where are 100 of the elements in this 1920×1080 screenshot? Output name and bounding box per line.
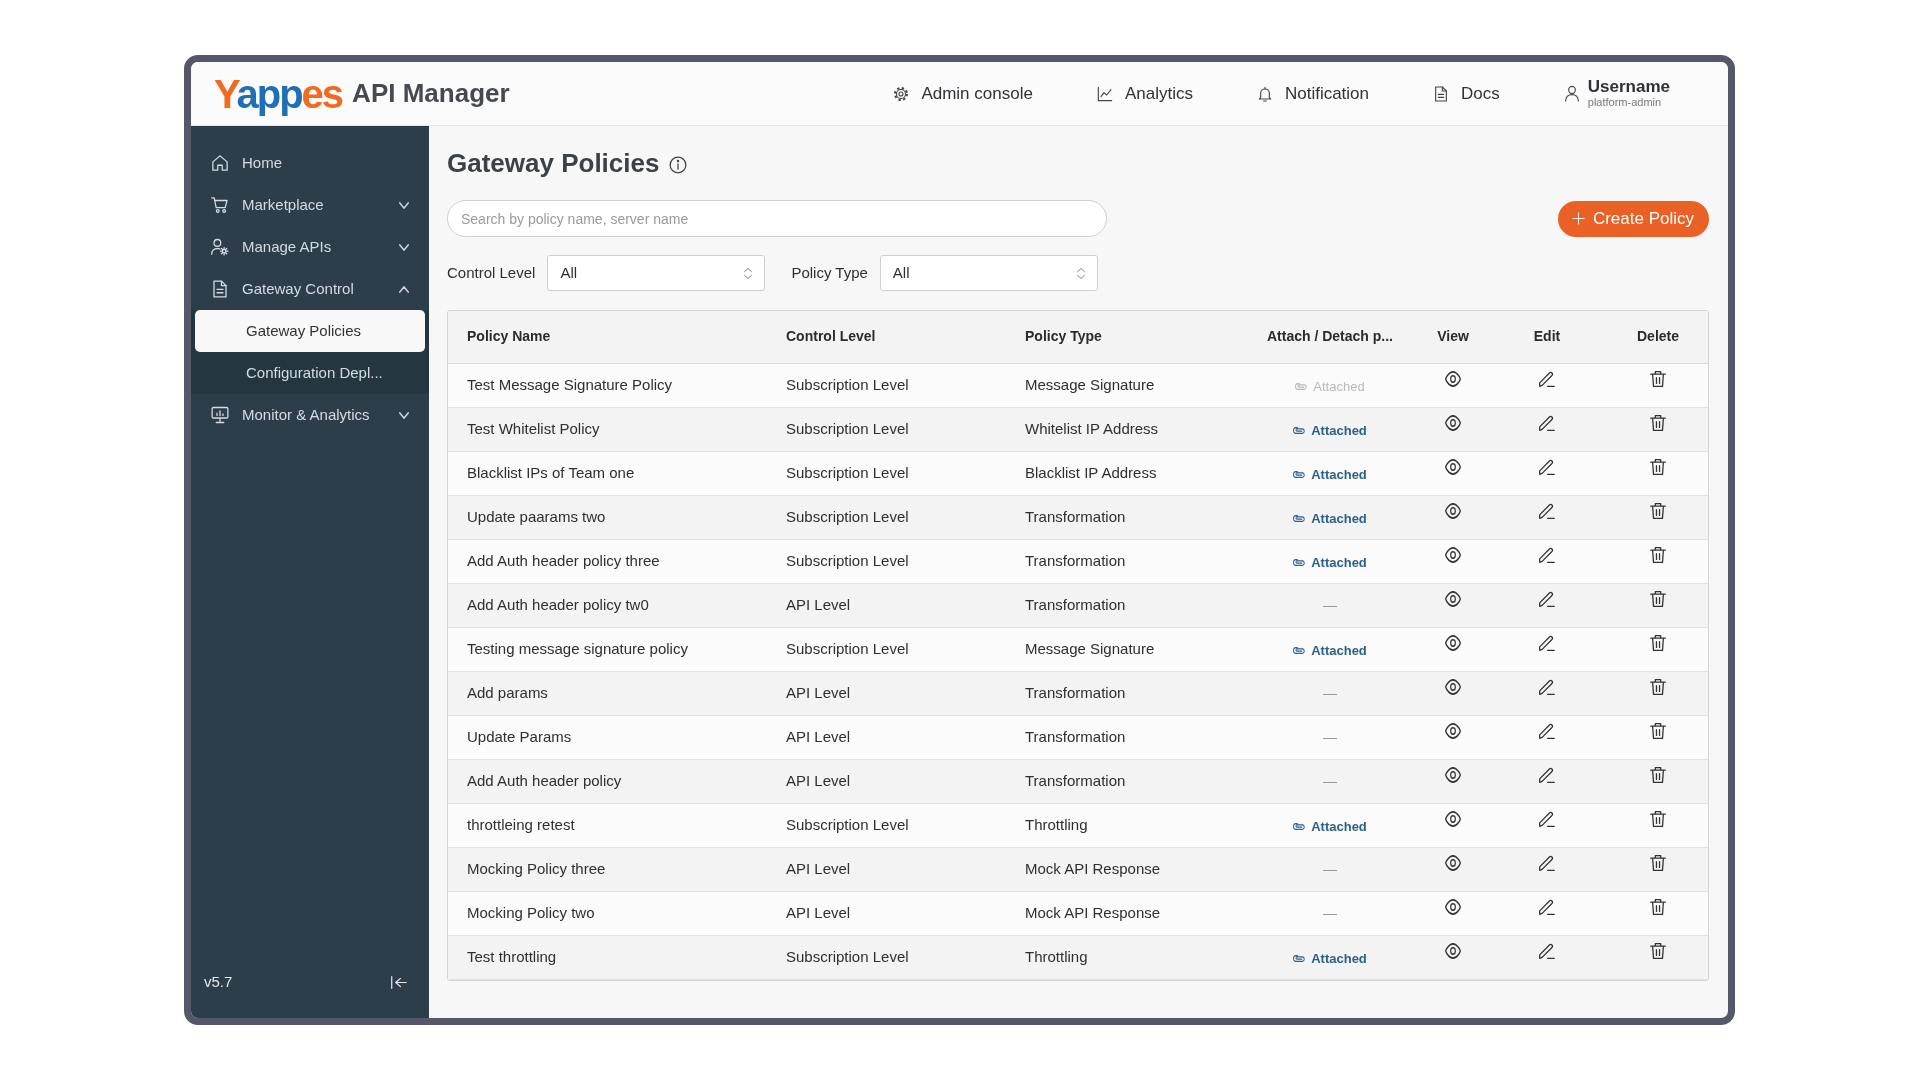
table-cell: Subscription Level bbox=[767, 803, 1006, 847]
eye-icon[interactable] bbox=[1445, 678, 1461, 695]
table-cell: Test Message Signature Policy bbox=[448, 363, 767, 407]
table-cell: throttleing retest bbox=[448, 803, 767, 847]
arrow-left-to-bar-icon[interactable] bbox=[391, 975, 407, 989]
eye-icon[interactable] bbox=[1445, 546, 1461, 563]
eye-icon[interactable] bbox=[1445, 722, 1461, 739]
trash-icon[interactable] bbox=[1650, 590, 1666, 607]
attach-link[interactable]: Attached bbox=[1293, 640, 1367, 660]
pencil-icon[interactable] bbox=[1539, 370, 1555, 387]
trash-icon[interactable] bbox=[1650, 854, 1666, 871]
nav-link[interactable]: Notification bbox=[1256, 80, 1370, 107]
table-cell: Mock API Response bbox=[1006, 891, 1240, 935]
trash-icon[interactable] bbox=[1650, 458, 1666, 475]
info-icon[interactable] bbox=[669, 156, 688, 174]
person-gear-icon bbox=[211, 238, 229, 256]
select-field[interactable]: All bbox=[879, 255, 1098, 291]
eye-icon[interactable] bbox=[1445, 370, 1461, 387]
paperclip-icon bbox=[1293, 954, 1306, 962]
pencil-icon[interactable] bbox=[1539, 942, 1555, 959]
trash-icon[interactable] bbox=[1650, 766, 1666, 783]
search-field[interactable]: Search by policy name, server name bbox=[447, 200, 1107, 237]
table-cell: Blacklist IP Address bbox=[1006, 451, 1240, 495]
pencil-icon[interactable] bbox=[1539, 414, 1555, 431]
pencil-icon[interactable] bbox=[1539, 634, 1555, 651]
trash-icon[interactable] bbox=[1650, 414, 1666, 431]
attach-link[interactable]: Attached bbox=[1293, 948, 1367, 968]
attach-link[interactable]: Attached bbox=[1293, 464, 1367, 484]
nav-link[interactable]: Analytics bbox=[1096, 80, 1193, 107]
sidebar-item[interactable]: Monitor & Analytics bbox=[191, 394, 429, 436]
user-role: platform-admin bbox=[1587, 96, 1663, 110]
attach-link[interactable]: Attached bbox=[1293, 552, 1367, 572]
trash-icon[interactable] bbox=[1650, 722, 1666, 739]
updown-chevron-icon bbox=[744, 267, 753, 279]
eye-icon[interactable] bbox=[1445, 458, 1461, 475]
trash-icon[interactable] bbox=[1650, 678, 1666, 695]
trash-icon[interactable] bbox=[1650, 370, 1666, 387]
pencil-icon[interactable] bbox=[1539, 546, 1555, 563]
table-cell: Transformation bbox=[1006, 671, 1240, 715]
eye-icon[interactable] bbox=[1445, 898, 1461, 915]
pencil-icon[interactable] bbox=[1539, 766, 1555, 783]
sidebar-item[interactable]: Gateway Control bbox=[191, 268, 429, 310]
trash-icon[interactable] bbox=[1650, 502, 1666, 519]
username[interactable]: Username bbox=[1587, 77, 1670, 97]
table-cell: Mocking Policy two bbox=[448, 891, 767, 935]
eye-icon[interactable] bbox=[1445, 766, 1461, 783]
column-header: Delete bbox=[1608, 311, 1708, 363]
attach-link[interactable]: Attached bbox=[1293, 420, 1367, 440]
trash-icon[interactable] bbox=[1650, 546, 1666, 563]
table-cell: Transformation bbox=[1006, 583, 1240, 627]
table-cell: Test throttling bbox=[448, 935, 767, 979]
user-icon[interactable] bbox=[1563, 85, 1580, 102]
eye-icon[interactable] bbox=[1445, 942, 1461, 959]
trash-icon[interactable] bbox=[1650, 634, 1666, 651]
attach-link[interactable]: Attached bbox=[1293, 816, 1367, 836]
nav-link[interactable]: Admin console bbox=[893, 80, 1033, 107]
trash-icon[interactable] bbox=[1650, 898, 1666, 915]
table-cell: API Level bbox=[767, 583, 1006, 627]
pencil-icon[interactable] bbox=[1539, 502, 1555, 519]
table-cell: Transformation bbox=[1006, 495, 1240, 539]
eye-icon[interactable] bbox=[1445, 854, 1461, 871]
pencil-icon[interactable] bbox=[1539, 854, 1555, 871]
eye-icon[interactable] bbox=[1445, 810, 1461, 827]
sidebar-subitem[interactable]: Gateway Policies bbox=[195, 310, 425, 352]
pencil-icon[interactable] bbox=[1539, 590, 1555, 607]
trash-icon[interactable] bbox=[1650, 810, 1666, 827]
line-chart-icon bbox=[1096, 85, 1113, 102]
table-cell: Throttling bbox=[1006, 935, 1240, 979]
sidebar-item[interactable]: Manage APIs bbox=[191, 226, 429, 268]
select-field[interactable]: All bbox=[547, 255, 766, 291]
table-cell: Message Signature bbox=[1006, 627, 1240, 671]
trash-icon[interactable] bbox=[1650, 942, 1666, 959]
nav-link[interactable]: Docs bbox=[1433, 80, 1500, 107]
table-cell: Mocking Policy three bbox=[448, 847, 767, 891]
pencil-icon[interactable] bbox=[1539, 722, 1555, 739]
attach-link[interactable]: Attached bbox=[1293, 508, 1367, 528]
sidebar-item[interactable]: Home bbox=[191, 142, 429, 184]
table-cell: Message Signature bbox=[1006, 363, 1240, 407]
paperclip-icon bbox=[1293, 646, 1306, 654]
filter-label: Control Level bbox=[447, 262, 536, 283]
logo: Yappes bbox=[214, 73, 343, 114]
sidebar-subitem[interactable]: Configuration Depl... bbox=[195, 352, 425, 394]
eye-icon[interactable] bbox=[1445, 590, 1461, 607]
house-icon bbox=[211, 154, 229, 172]
version-label: v5.7 bbox=[204, 971, 233, 992]
pencil-icon[interactable] bbox=[1539, 898, 1555, 915]
empty-value: — bbox=[1323, 860, 1337, 877]
pencil-icon[interactable] bbox=[1539, 458, 1555, 475]
eye-icon[interactable] bbox=[1445, 414, 1461, 431]
empty-value: — bbox=[1323, 772, 1337, 789]
column-header: Policy Type bbox=[1006, 311, 1240, 363]
eye-icon[interactable] bbox=[1445, 502, 1461, 519]
table-cell: Add Auth header policy bbox=[448, 759, 767, 803]
column-header: View bbox=[1420, 311, 1486, 363]
eye-icon[interactable] bbox=[1445, 634, 1461, 651]
pencil-icon[interactable] bbox=[1539, 678, 1555, 695]
sidebar-item[interactable]: Marketplace bbox=[191, 184, 429, 226]
table-cell: Blacklist IPs of Team one bbox=[448, 451, 767, 495]
table-cell: Transformation bbox=[1006, 759, 1240, 803]
pencil-icon[interactable] bbox=[1539, 810, 1555, 827]
